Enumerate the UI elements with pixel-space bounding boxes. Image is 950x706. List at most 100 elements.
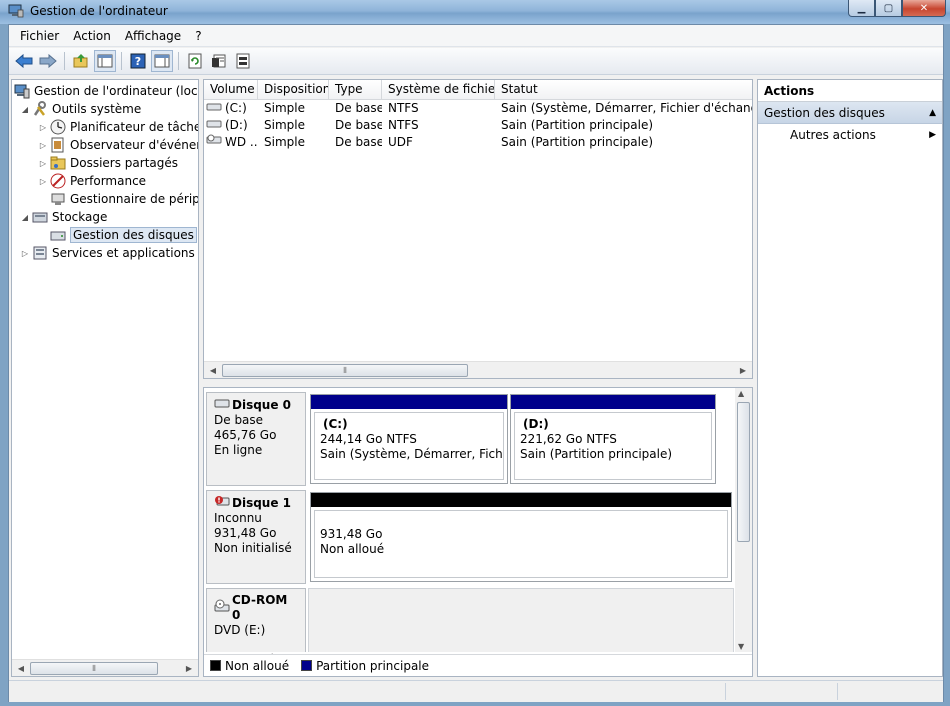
- menu-fichier[interactable]: Fichier: [13, 27, 66, 45]
- scroll-left-icon[interactable]: ◀: [14, 662, 28, 675]
- disk-1-label[interactable]: Disque 1 Inconnu 931,48 Go Non initialis…: [206, 490, 306, 584]
- menu-affichage[interactable]: Affichage: [118, 27, 188, 45]
- console-tree[interactable]: Gestion de l'ordinateur (local) ◢ Outils…: [11, 79, 199, 677]
- scroll-down-icon[interactable]: ▼: [738, 642, 744, 651]
- tree-item-services-applications[interactable]: ▷ Services et applications: [18, 244, 195, 262]
- menu-action[interactable]: Action: [66, 27, 118, 45]
- column-header-filesystem[interactable]: Système de fichiers: [382, 80, 495, 100]
- tree-horizontal-scrollbar[interactable]: ◀ ⦀ ▶: [12, 659, 198, 676]
- partition-d[interactable]: (D:) 221,62 Go NTFS Sain (Partition prin…: [510, 394, 716, 484]
- tree-item-observateur[interactable]: ▷ Observateur d'événeme: [36, 136, 198, 154]
- expanded-arrow-icon[interactable]: ◢: [18, 105, 32, 114]
- disk-state: Non initialisé: [214, 541, 292, 555]
- tree-item-label: Dossiers partagés: [70, 156, 179, 170]
- collapsed-arrow-icon[interactable]: ▷: [36, 141, 50, 150]
- scrollbar-thumb[interactable]: [737, 402, 750, 542]
- action-pane-icon: [154, 54, 170, 68]
- scroll-up-icon[interactable]: ▲: [738, 389, 744, 398]
- help-button[interactable]: ?: [127, 50, 149, 72]
- expanded-arrow-icon[interactable]: ◢: [18, 213, 32, 222]
- toolbar-separator: [64, 52, 65, 70]
- scroll-left-icon[interactable]: ◀: [206, 364, 220, 377]
- up-folder-button[interactable]: [70, 50, 92, 72]
- partition-c[interactable]: (C:) 244,14 Go NTFS Sain (Système, Démar…: [310, 394, 508, 484]
- svg-text:?: ?: [135, 55, 141, 68]
- tree-item-computer-management[interactable]: Gestion de l'ordinateur (local): [14, 82, 198, 100]
- tree-item-gestionnaire-peripheriques[interactable]: Gestionnaire de périphé: [36, 190, 199, 208]
- disk-size: 465,76 Go: [214, 428, 277, 442]
- cdrom-media-area: [308, 588, 734, 652]
- services-icon: [32, 245, 48, 261]
- scrollbar-thumb[interactable]: ⦀: [222, 364, 468, 377]
- main-window: Fichier Action Affichage ? ? Gestion de …: [8, 24, 944, 702]
- volume-row[interactable]: WD ... Simple De base UDF Sain (Partitio…: [204, 134, 752, 151]
- pane-splitter[interactable]: [203, 379, 753, 387]
- back-button[interactable]: [13, 50, 35, 72]
- properties-button[interactable]: [208, 50, 230, 72]
- unallocated-space[interactable]: 931,48 Go Non alloué: [310, 492, 732, 582]
- volume-status: Sain (Partition principale): [501, 118, 654, 132]
- volume-list-header: Volume Disposition Type Système de fichi…: [204, 80, 752, 100]
- close-button[interactable]: ✕: [902, 0, 946, 17]
- partition-name: (C:): [323, 417, 348, 431]
- status-bar: [9, 680, 943, 702]
- title-bar[interactable]: Gestion de l'ordinateur ▁ ▢ ✕: [0, 0, 950, 24]
- disk-type: Inconnu: [214, 511, 262, 525]
- disk-view-vertical-scrollbar[interactable]: ▲ ▼: [735, 388, 752, 652]
- tree-item-label: Planificateur de tâches: [70, 120, 199, 134]
- disk-state: En ligne: [214, 443, 263, 457]
- disk-graphical-view[interactable]: Disque 0 De base 465,76 Go En ligne (C:)…: [203, 387, 753, 677]
- disk-settings-button[interactable]: [232, 50, 254, 72]
- actions-section-disk-management[interactable]: Gestion des disques ▲: [758, 102, 942, 124]
- menu-help[interactable]: ?: [188, 27, 208, 45]
- tree-item-stockage[interactable]: ◢ Stockage: [18, 208, 107, 226]
- tree-item-performance[interactable]: ▷ Performance: [36, 172, 146, 190]
- section-label: Gestion des disques: [764, 106, 885, 120]
- minimize-icon: ▁: [857, 2, 866, 14]
- volume-row[interactable]: (D:) Simple De base NTFS Sain (Partition…: [204, 117, 752, 134]
- tree-item-outils-systeme[interactable]: ◢ Outils système: [18, 100, 141, 118]
- column-header-status[interactable]: Statut: [495, 80, 752, 100]
- storage-icon: [32, 209, 48, 225]
- volume-filesystem: NTFS: [388, 101, 419, 115]
- tree-item-gestion-disques[interactable]: Gestion des disques: [36, 226, 197, 244]
- cdrom-0-label[interactable]: CD-ROM 0 DVD (E:) Aucun média: [206, 588, 306, 667]
- volume-row[interactable]: (C:) Simple De base NTFS Sain (Système, …: [204, 100, 752, 117]
- properties-icon: [212, 54, 226, 68]
- volume-list-horizontal-scrollbar[interactable]: ◀ ⦀ ▶: [204, 361, 752, 378]
- tree-item-planificateur[interactable]: ▷ Planificateur de tâches: [36, 118, 199, 136]
- show-hide-tree-button[interactable]: [94, 50, 116, 72]
- primary-partition-bar: [511, 395, 715, 409]
- disk-name: CD-ROM 0: [232, 593, 288, 622]
- volume-list[interactable]: Volume Disposition Type Système de fichi…: [203, 79, 753, 379]
- collapse-up-icon[interactable]: ▲: [929, 102, 936, 124]
- computer-management-icon: [8, 4, 24, 18]
- disk-size: 931,48 Go: [214, 526, 277, 540]
- column-header-volume[interactable]: Volume: [204, 80, 258, 100]
- scroll-right-icon[interactable]: ▶: [182, 662, 196, 675]
- maximize-icon: ▢: [883, 2, 894, 14]
- scrollbar-thumb[interactable]: ⦀: [30, 662, 158, 675]
- show-action-pane-button[interactable]: [151, 50, 173, 72]
- actions-title: Actions: [758, 80, 942, 102]
- other-actions-item[interactable]: Autres actions ▶: [758, 124, 942, 146]
- collapsed-arrow-icon[interactable]: ▷: [18, 249, 32, 258]
- forward-button[interactable]: [37, 50, 59, 72]
- volume-name: WD ...: [225, 135, 258, 149]
- scroll-right-icon[interactable]: ▶: [736, 364, 750, 377]
- maximize-button[interactable]: ▢: [875, 0, 902, 17]
- column-header-disposition[interactable]: Disposition: [258, 80, 329, 100]
- collapsed-arrow-icon[interactable]: ▷: [36, 123, 50, 132]
- drive-icon: [206, 100, 222, 117]
- disk-0-label[interactable]: Disque 0 De base 465,76 Go En ligne: [206, 392, 306, 486]
- tree-item-label: Gestionnaire de périphé: [70, 192, 199, 206]
- partition-status: Sain (Système, Démarrer, Fichier d'é: [320, 447, 503, 461]
- column-header-type[interactable]: Type: [329, 80, 382, 100]
- refresh-button[interactable]: [184, 50, 206, 72]
- partition-size: 244,14 Go NTFS: [320, 432, 417, 446]
- status-divider: [725, 683, 726, 700]
- collapsed-arrow-icon[interactable]: ▷: [36, 177, 50, 186]
- tree-item-dossiers-partages[interactable]: ▷ Dossiers partagés: [36, 154, 178, 172]
- minimize-button[interactable]: ▁: [848, 0, 875, 17]
- collapsed-arrow-icon[interactable]: ▷: [36, 159, 50, 168]
